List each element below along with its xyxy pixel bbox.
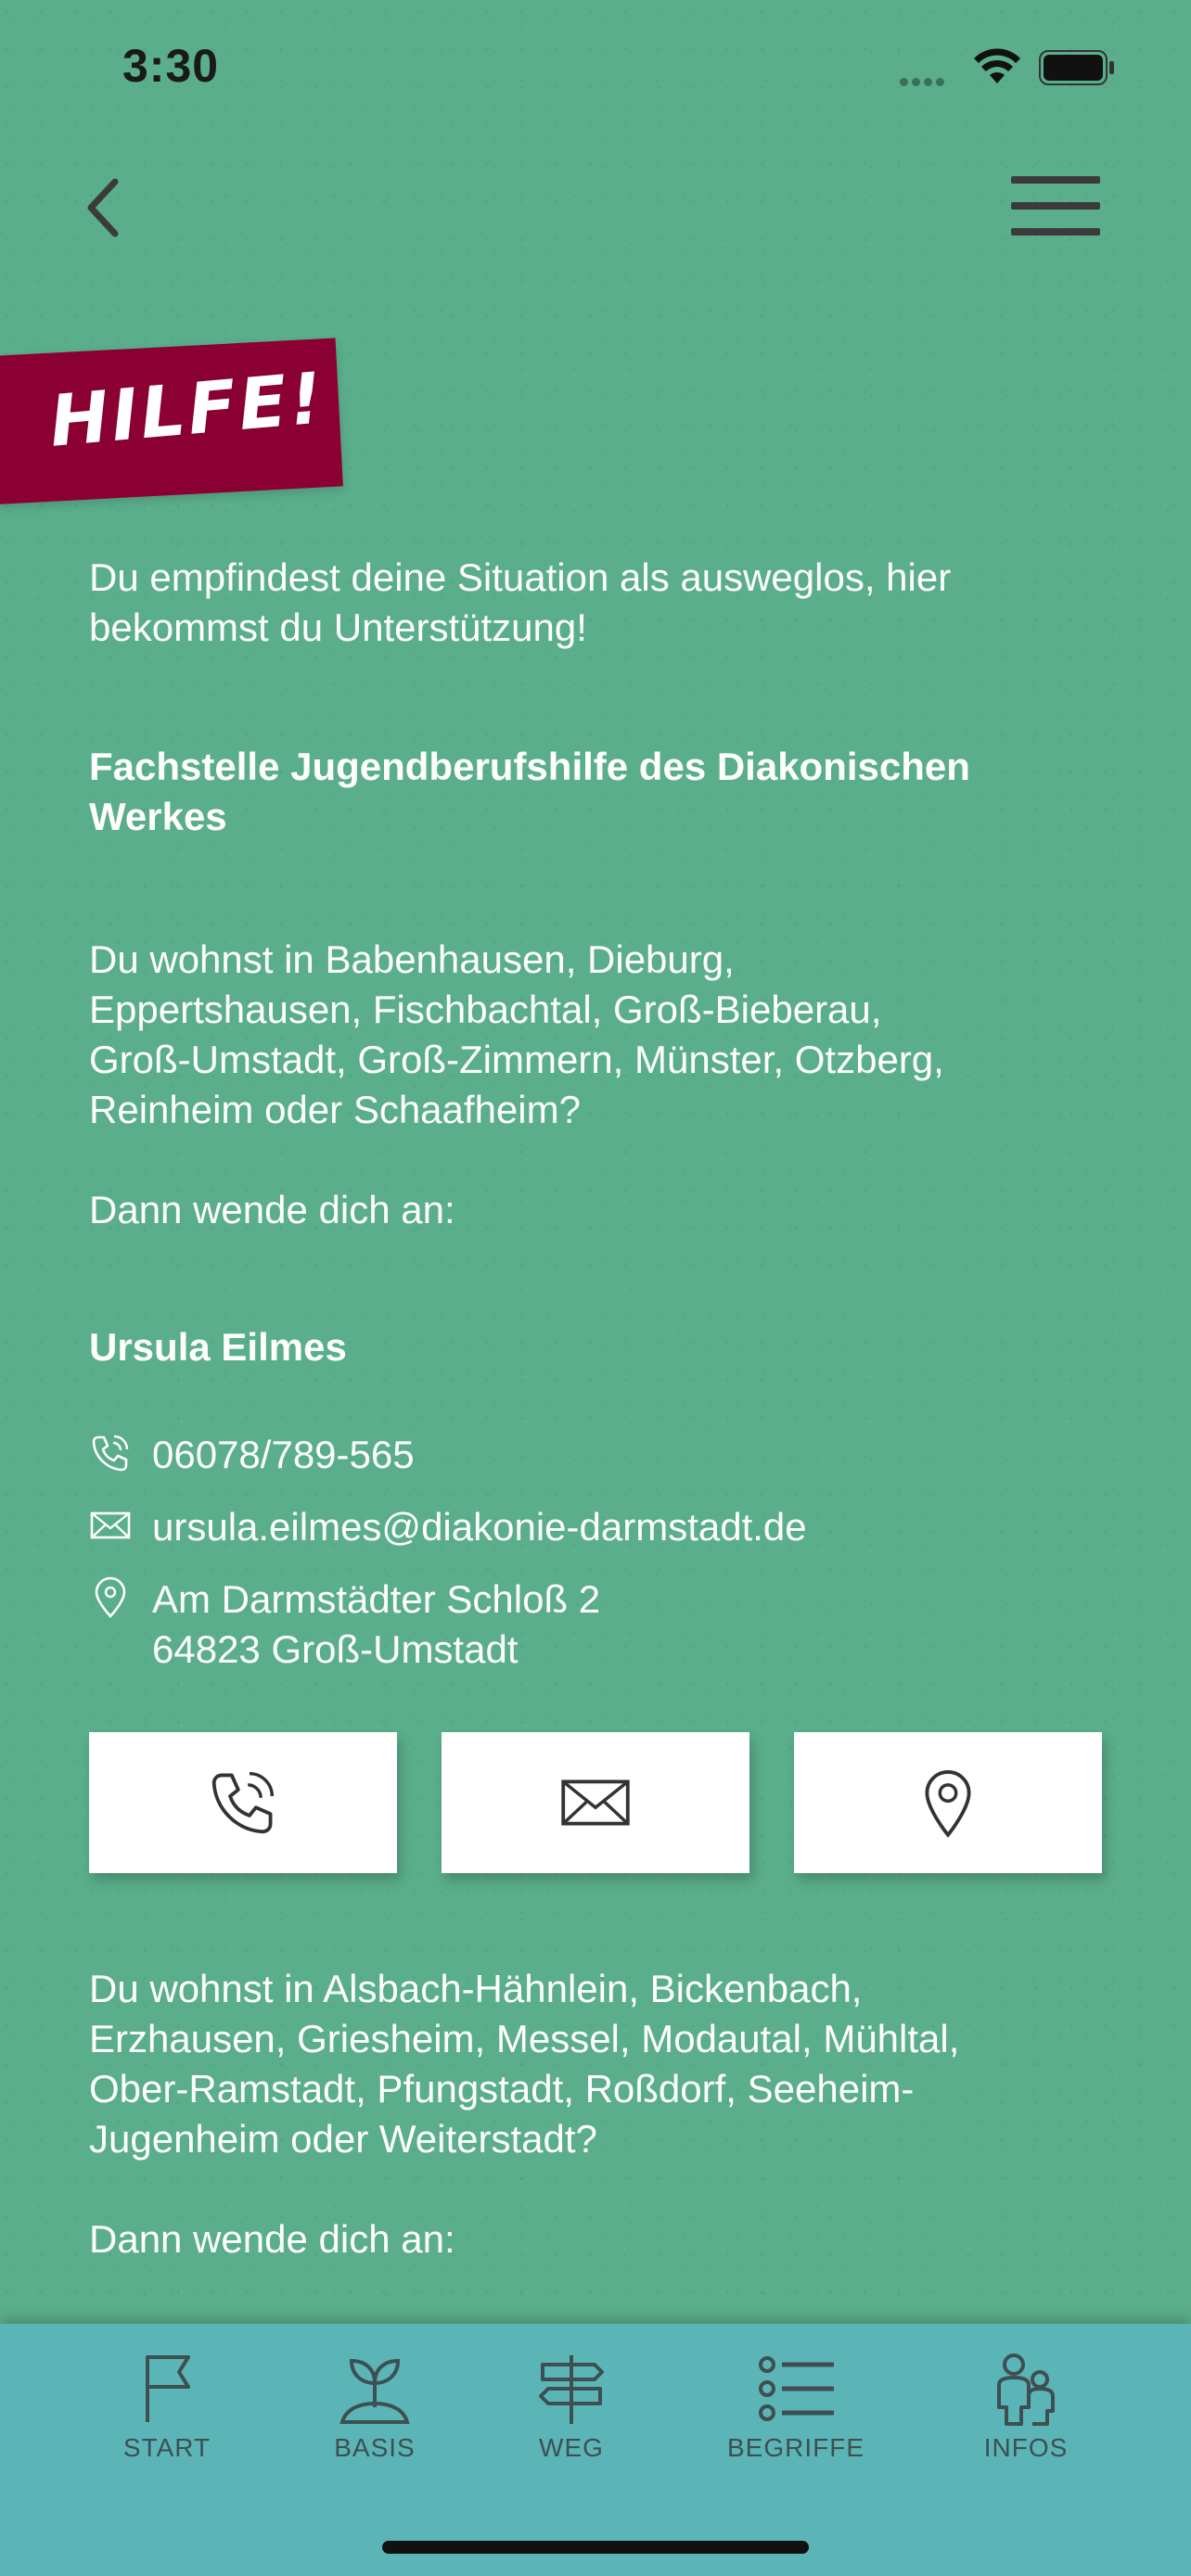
region-line: Du wohnst in Alsbach-Hähnlein, Bickenbac… [89, 1967, 863, 2010]
email-address: ursula.eilmes@diakonie-darmstadt.de [152, 1505, 807, 1549]
region-line: Erzhausen, Griesheim, Messel, Modautal, … [89, 2017, 960, 2060]
phone-number: 06078/789-565 [152, 1433, 415, 1476]
battery-icon [1039, 50, 1114, 85]
location-pin-icon [925, 1770, 971, 1838]
organization-title-line: Werkes [89, 795, 227, 838]
status-time: 3:30 [122, 40, 220, 92]
tab-begriffe[interactable]: BEGRIFFE [712, 2352, 879, 2481]
contact-prompt-1: Dann wende dich an: [89, 1188, 455, 1231]
address-row[interactable]: Am Darmstädter Schloß 2 64823 Groß-Umsta… [89, 1575, 600, 1675]
wifi-icon [974, 48, 1020, 83]
contact-name: Ursula Eilmes [89, 1325, 347, 1369]
region-question-2: Du wohnst in Alsbach-Hähnlein, Bickenbac… [89, 1964, 959, 2164]
cellular-signal-icon [900, 74, 948, 91]
region-line: Ober-Ramstadt, Pfungstadt, Roßdorf, Seeh… [89, 2067, 915, 2111]
region-line: Groß-Umstadt, Groß-Zimmern, Münster, Otz… [89, 1038, 944, 1081]
map-button[interactable] [794, 1732, 1102, 1873]
envelope-icon [561, 1779, 630, 1826]
sprout-icon [339, 2358, 410, 2424]
tab-weg[interactable]: WEG [488, 2352, 655, 2481]
page-title-banner: HILFE! [0, 338, 343, 504]
region-line: Reinheim oder Schaafheim? [89, 1088, 581, 1131]
intro-text: Du empfindest deine Situation als ausweg… [89, 555, 952, 649]
region-question-1: Du wohnst in Babenhausen, Dieburg, Epper… [89, 935, 944, 1135]
hamburger-menu-button[interactable] [1011, 176, 1100, 241]
tab-basis[interactable]: BASIS [291, 2352, 458, 2481]
email-button[interactable] [442, 1732, 749, 1873]
status-bar: 3:30 [0, 0, 1191, 130]
phone-icon [211, 1771, 275, 1834]
tab-label: BASIS [334, 2433, 416, 2462]
page-title: HILFE! [45, 356, 328, 463]
tab-label: BEGRIFFE [726, 2433, 864, 2462]
address-city: 64823 Groß-Umstadt [152, 1627, 519, 1671]
flag-icon [146, 2355, 190, 2422]
tab-infos[interactable]: INFOS [942, 2352, 1109, 2481]
tab-label: INFOS [983, 2433, 1069, 2462]
menu-bar [1011, 202, 1100, 210]
tab-label: WEG [539, 2433, 604, 2462]
contact-prompt-2: Dann wende dich an: [89, 2217, 455, 2261]
list-icon [759, 2356, 834, 2421]
organization-title-line: Fachstelle Jugendberufshilfe des Diakoni… [89, 745, 970, 788]
chevron-left-icon [87, 178, 119, 237]
home-indicator[interactable] [382, 2541, 809, 2554]
people-icon [997, 2353, 1055, 2426]
region-line: Du wohnst in Babenhausen, Dieburg, [89, 937, 735, 981]
menu-bar [1011, 228, 1100, 236]
location-pin-icon [95, 1576, 126, 1618]
back-button[interactable] [78, 174, 134, 241]
tab-bar: START BASIS WEG BEGRIFFE INFOS [0, 2324, 1191, 2576]
phone-row[interactable]: 06078/789-565 [89, 1430, 415, 1480]
call-button[interactable] [89, 1732, 397, 1873]
region-line: Jugenheim oder Weiterstadt? [89, 2117, 597, 2161]
menu-bar [1011, 176, 1100, 184]
region-line: Eppertshausen, Fischbachtal, Groß-Bieber… [89, 988, 882, 1031]
phone-icon [92, 1435, 129, 1472]
address-street: Am Darmstädter Schloß 2 [152, 1577, 601, 1621]
envelope-icon [90, 1511, 131, 1539]
tab-start[interactable]: START [83, 2352, 250, 2481]
email-row[interactable]: ursula.eilmes@diakonie-darmstadt.de [89, 1502, 807, 1552]
tab-label: START [122, 2433, 211, 2462]
organization-title: Fachstelle Jugendberufshilfe des Diakoni… [89, 742, 970, 842]
address: Am Darmstädter Schloß 2 64823 Groß-Umsta… [152, 1575, 600, 1675]
signpost-icon [539, 2355, 604, 2424]
